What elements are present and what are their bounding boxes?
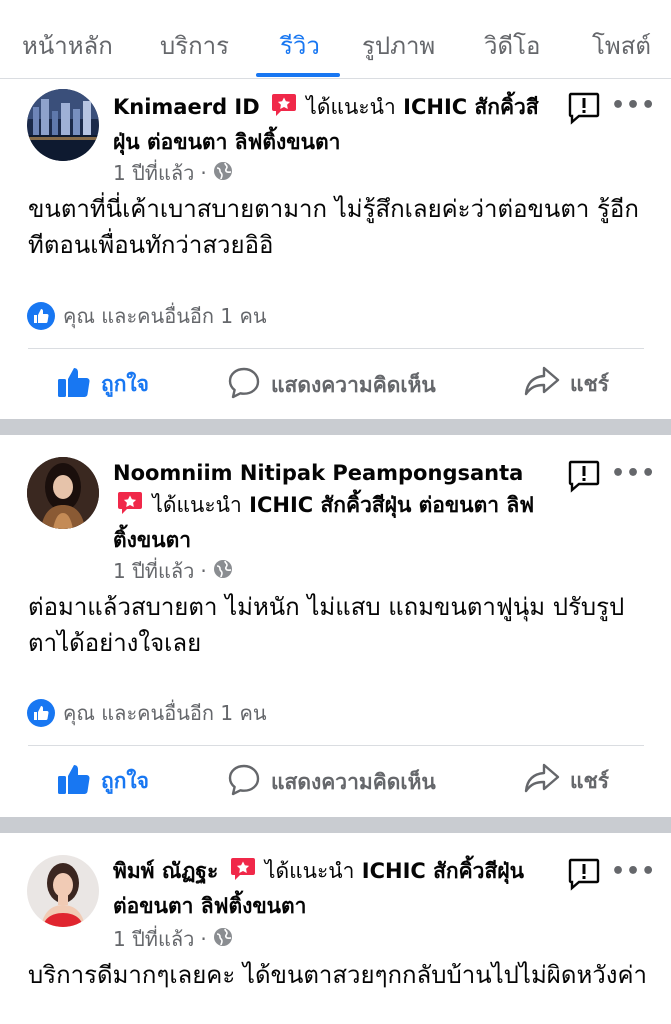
tab-reviews[interactable]: รีวิว <box>280 26 320 65</box>
tab-photos[interactable]: รูปภาพ <box>362 26 435 65</box>
post-separator <box>0 419 671 435</box>
thumbs-up-icon <box>57 366 91 403</box>
post-time[interactable]: 1 ปีที่แล้ว <box>113 923 194 955</box>
comment-icon <box>227 366 261 405</box>
tab-home[interactable]: หน้าหลัก <box>22 26 113 65</box>
author-name[interactable]: Noomniim Nitipak Peampongsanta <box>113 461 523 485</box>
active-tab-indicator <box>256 73 340 77</box>
recommends-text: ได้แนะนำ <box>152 493 242 517</box>
tab-posts[interactable]: โพสต์ <box>592 26 651 65</box>
like-label: ถูกใจ <box>101 769 149 793</box>
recommends-text: ได้แนะนำ <box>306 95 396 119</box>
like-reaction-icon <box>27 699 55 727</box>
post-separator <box>0 817 671 833</box>
comment-icon <box>227 763 261 802</box>
divider <box>28 745 644 746</box>
reaction-text: คุณ และคนอื่นอีก 1 คน <box>63 304 267 328</box>
meta-separator: · <box>200 559 207 583</box>
share-label: แชร์ <box>570 372 610 396</box>
more-options-icon[interactable]: ••• <box>611 859 656 884</box>
report-icon[interactable] <box>567 857 601 891</box>
like-label: ถูกใจ <box>101 372 149 396</box>
post-header-line: Noomniim Nitipak Peampongsanta ได้แนะนำ … <box>113 457 553 556</box>
reaction-summary[interactable]: คุณ และคนอื่นอีก 1 คน <box>27 697 267 729</box>
post-meta: 1 ปีที่แล้ว · <box>113 923 233 955</box>
recommend-icon <box>117 491 143 524</box>
comment-label: แสดงความคิดเห็น <box>271 373 436 397</box>
like-reaction-icon <box>27 302 55 330</box>
post-header-line: Knimaerd ID ได้แนะนำ ICHIC สักคิ้วสีฝุ่น… <box>113 91 543 158</box>
review-post: Noomniim Nitipak Peampongsanta ได้แนะนำ … <box>0 435 671 817</box>
recommend-icon <box>230 857 256 890</box>
like-button[interactable]: ถูกใจ <box>57 763 149 800</box>
post-text: ต่อมาแล้วสบายตา ไม่หนัก ไม่แสบ แถมขนตาฟู… <box>28 593 625 657</box>
author-name[interactable]: Knimaerd ID <box>113 95 260 119</box>
like-button[interactable]: ถูกใจ <box>57 366 149 403</box>
share-icon <box>524 763 560 800</box>
post-time[interactable]: 1 ปีที่แล้ว <box>113 555 194 587</box>
recommends-text: ได้แนะนำ <box>264 859 355 883</box>
tab-videos[interactable]: วิดีโอ <box>484 26 540 65</box>
thumbs-up-icon <box>57 763 91 800</box>
recommend-icon <box>271 93 297 126</box>
avatar[interactable] <box>27 89 99 161</box>
post-text: บริการดีมากๆเลยคะ ได้ขนตาสวยๆกกลับบ้านไป… <box>28 961 647 989</box>
comment-button[interactable]: แสดงความคิดเห็น <box>227 366 436 405</box>
post-meta: 1 ปีที่แล้ว · <box>113 555 233 587</box>
report-icon[interactable] <box>567 459 601 493</box>
avatar[interactable] <box>27 457 99 529</box>
comment-label: แสดงความคิดเห็น <box>271 770 436 794</box>
avatar[interactable] <box>27 855 99 927</box>
globe-icon <box>213 559 233 584</box>
reaction-text: คุณ และคนอื่นอีก 1 คน <box>63 701 267 725</box>
globe-icon <box>213 927 233 952</box>
post-time[interactable]: 1 ปีที่แล้ว <box>113 157 194 189</box>
share-icon <box>524 366 560 403</box>
reaction-summary[interactable]: คุณ และคนอื่นอีก 1 คน <box>27 300 267 332</box>
meta-separator: · <box>200 161 207 185</box>
meta-separator: · <box>200 927 207 951</box>
globe-icon <box>213 161 233 186</box>
more-options-icon[interactable]: ••• <box>611 461 656 486</box>
share-button[interactable]: แชร์ <box>524 366 609 403</box>
review-post: Knimaerd ID ได้แนะนำ ICHIC สักคิ้วสีฝุ่น… <box>0 79 671 419</box>
comment-button[interactable]: แสดงความคิดเห็น <box>227 763 436 802</box>
post-header-line: พิมพ์ ณัฏฐะ ได้แนะนำ ICHIC สักคิ้วสีฝุ่น… <box>113 855 553 922</box>
post-meta: 1 ปีที่แล้ว · <box>113 157 233 189</box>
divider <box>28 348 644 349</box>
report-icon[interactable] <box>567 91 601 125</box>
post-text: ขนตาที่นี่เค้าเบาสบายตามาก ไม่รู้สึกเลยค… <box>28 195 639 259</box>
more-options-icon[interactable]: ••• <box>611 93 656 118</box>
page-tabs: หน้าหลัก บริการ รีวิว รูปภาพ วิดีโอ โพสต… <box>0 0 671 79</box>
author-name[interactable]: พิมพ์ ณัฏฐะ <box>113 859 218 883</box>
tab-services[interactable]: บริการ <box>160 26 229 65</box>
share-button[interactable]: แชร์ <box>524 763 609 800</box>
share-label: แชร์ <box>570 769 610 793</box>
review-post: พิมพ์ ณัฏฐะ ได้แนะนำ ICHIC สักคิ้วสีฝุ่น… <box>0 833 671 1024</box>
